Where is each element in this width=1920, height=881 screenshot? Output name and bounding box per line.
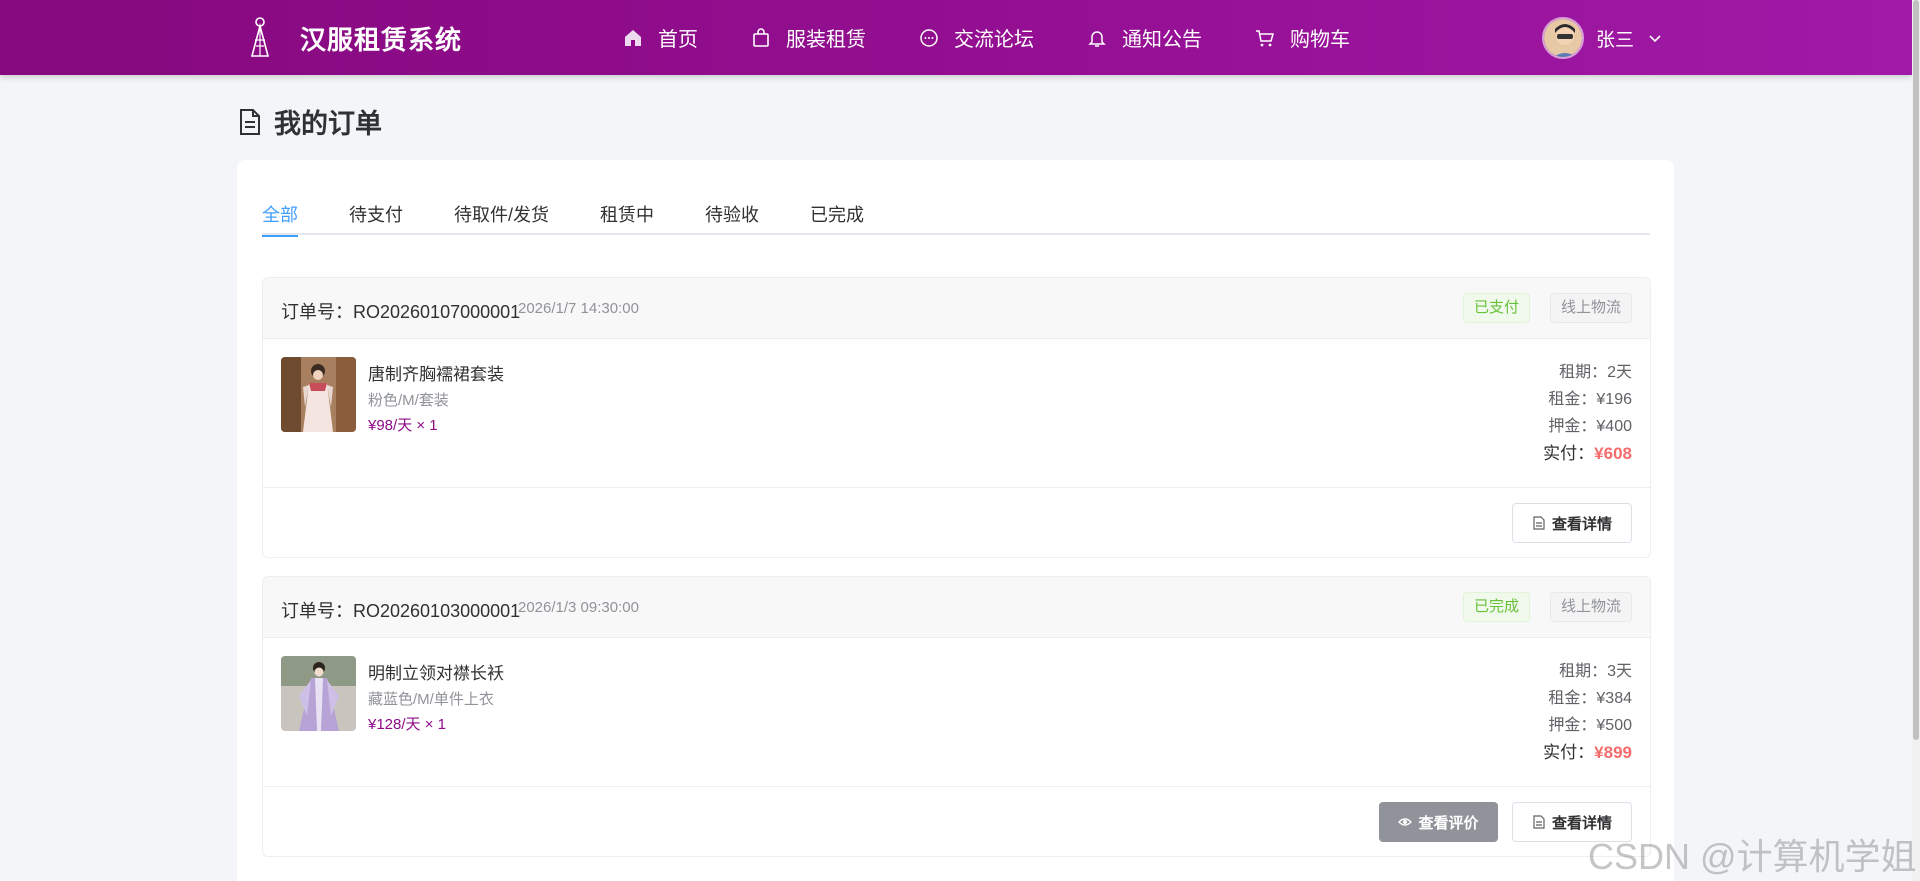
main-nav: 首页 服装租赁 交流论坛 通知公告 购物车: [622, 0, 1402, 75]
eye-icon: [1398, 815, 1413, 829]
order-actions: 查看详情: [263, 488, 1650, 557]
paid-amount: ¥608: [1594, 444, 1632, 463]
order-time: 2026/1/7 14:30:00: [518, 300, 639, 317]
watermark: CSDN @计算机学姐: [1588, 836, 1917, 877]
scrollbar-thumb[interactable]: [1913, 0, 1919, 740]
home-icon: [622, 27, 644, 49]
view-details-button[interactable]: 查看详情: [1512, 503, 1632, 543]
cart-icon: [1254, 27, 1276, 49]
paid-label: 实付：: [1543, 743, 1595, 762]
paid-label: 实付：: [1543, 444, 1595, 463]
order-body: 明制立领对襟长袄 藏蓝色/M/单件上衣 ¥128/天 × 1 租期：3天 租金：…: [263, 638, 1650, 787]
rent-amount: 租金：¥384: [1548, 690, 1632, 707]
user-menu[interactable]: 张三: [1542, 17, 1662, 59]
nav-cart[interactable]: 购物车: [1254, 23, 1350, 52]
product-price: ¥128/天 × 1: [368, 716, 446, 733]
nav-clothing-rental[interactable]: 服装租赁: [750, 23, 866, 52]
page-scrollbar[interactable]: [1912, 0, 1920, 881]
rental-period: 租期：3天: [1559, 663, 1632, 680]
brand[interactable]: 汉服租赁系统: [244, 16, 462, 60]
document-icon: [1532, 516, 1546, 530]
order-card: 订单号：RO20260107000001 2026/1/7 14:30:00 已…: [262, 277, 1651, 558]
brand-title: 汉服租赁系统: [300, 24, 463, 55]
view-review-label: 查看评价: [1418, 814, 1479, 832]
product-spec: 藏蓝色/M/单件上衣: [368, 691, 494, 708]
nav-home[interactable]: 首页: [622, 23, 698, 52]
nav-clothing-rental-label: 服装租赁: [786, 29, 866, 51]
view-review-button[interactable]: 查看评价: [1379, 802, 1498, 842]
order-number: 订单号：RO20260103000001: [281, 601, 521, 621]
nav-cart-label: 购物车: [1290, 29, 1350, 51]
nav-home-label: 首页: [658, 29, 698, 51]
orders-card: 全部 待支付 待取件/发货 租赁中 待验收 已完成 订单号：RO20260107…: [237, 160, 1674, 881]
nav-notices-label: 通知公告: [1122, 29, 1202, 51]
view-details-label: 查看详情: [1551, 515, 1612, 533]
nav-notices[interactable]: 通知公告: [1086, 23, 1202, 52]
user-name: 张三: [1596, 29, 1635, 51]
product-name[interactable]: 唐制齐胸襦裙套装: [368, 360, 504, 385]
order-header: 订单号：RO20260107000001 2026/1/7 14:30:00 已…: [263, 278, 1650, 339]
deposit-amount: 押金：¥400: [1548, 418, 1632, 435]
bag-icon: [750, 27, 772, 49]
tab-pending-payment[interactable]: 待支付: [349, 196, 403, 235]
status-badge: 已支付: [1462, 293, 1530, 323]
top-navbar: 汉服租赁系统 首页 服装租赁 交流论坛 通知公告 购物车 张三: [0, 0, 1912, 75]
order-tabs: 全部 待支付 待取件/发货 租赁中 待验收 已完成: [262, 196, 1650, 237]
status-badge: 已完成: [1462, 592, 1530, 622]
product-name[interactable]: 明制立领对襟长袄: [368, 659, 504, 684]
chevron-down-icon[interactable]: [1648, 31, 1662, 45]
product-thumbnail[interactable]: [281, 656, 356, 731]
shipping-badge: 线上物流: [1549, 592, 1632, 622]
paid-total: 实付：¥899: [1543, 739, 1632, 766]
paid-amount: ¥899: [1594, 743, 1632, 762]
chat-icon: [918, 27, 940, 49]
product-spec: 粉色/M/套装: [368, 392, 449, 409]
product-thumbnail[interactable]: [281, 357, 356, 432]
fee-summary: 租期：2天 租金：¥196 押金：¥400 实付：¥608: [1543, 359, 1632, 467]
deposit-amount: 押金：¥500: [1548, 717, 1632, 734]
document-icon: [238, 108, 264, 136]
tab-completed[interactable]: 已完成: [810, 196, 864, 235]
order-time: 2026/1/3 09:30:00: [518, 599, 639, 616]
order-card: 订单号：RO20260103000001 2026/1/3 09:30:00 已…: [262, 576, 1651, 857]
tab-renting[interactable]: 租赁中: [600, 196, 654, 235]
order-actions: 查看评价 查看详情: [263, 787, 1650, 856]
nav-forum[interactable]: 交流论坛: [918, 23, 1034, 52]
order-header: 订单号：RO20260103000001 2026/1/3 09:30:00 已…: [263, 577, 1650, 638]
tab-pending-pickup[interactable]: 待取件/发货: [454, 196, 549, 235]
shipping-badge: 线上物流: [1549, 293, 1632, 323]
order-number: 订单号：RO20260107000001: [281, 302, 521, 322]
avatar[interactable]: [1542, 17, 1584, 59]
product-price: ¥98/天 × 1: [368, 417, 438, 434]
page-title-text: 我的订单: [274, 109, 382, 139]
fee-summary: 租期：3天 租金：¥384 押金：¥500 实付：¥899: [1543, 658, 1632, 766]
tab-pending-inspection[interactable]: 待验收: [705, 196, 759, 235]
order-body: 唐制齐胸襦裙套装 粉色/M/套装 ¥98/天 × 1 租期：2天 租金：¥196…: [263, 339, 1650, 488]
rent-amount: 租金：¥196: [1548, 391, 1632, 408]
hanfu-logo-icon: [244, 16, 276, 60]
page-title: 我的订单: [238, 102, 382, 141]
nav-forum-label: 交流论坛: [954, 29, 1034, 51]
paid-total: 实付：¥608: [1543, 440, 1632, 467]
bell-icon: [1086, 27, 1108, 49]
document-icon: [1532, 815, 1546, 829]
tab-all[interactable]: 全部: [262, 196, 298, 237]
rental-period: 租期：2天: [1559, 364, 1632, 381]
